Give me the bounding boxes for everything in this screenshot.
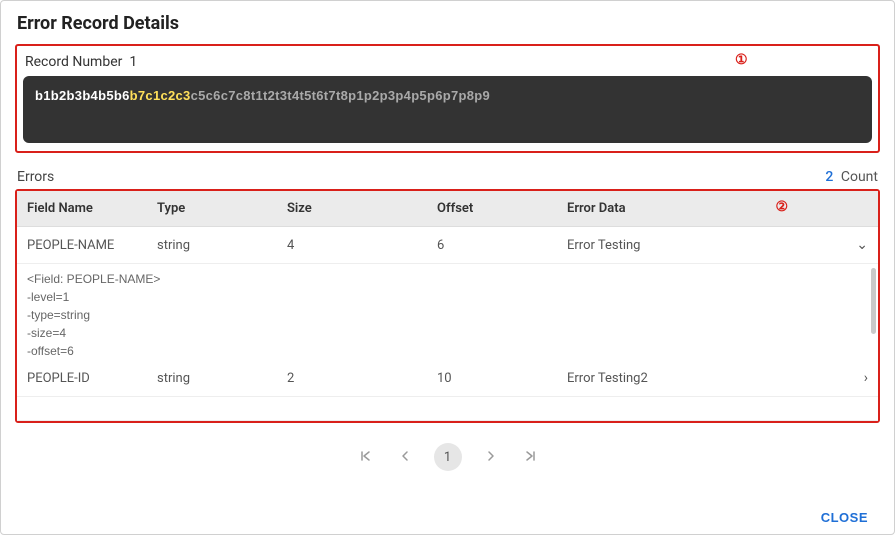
errors-header: Errors 2 Count (17, 169, 878, 185)
hex-highlight: b7c1c2c3 (130, 88, 191, 103)
col-errdata: Error Data (557, 191, 838, 227)
hex-pre: b1b2b3b4b5b6 (35, 88, 130, 103)
col-field: Field Name (17, 191, 147, 227)
col-type: Type (147, 191, 277, 227)
col-size: Size (277, 191, 427, 227)
cell-errdata: Error Testing2 (557, 360, 838, 397)
detail-line: <Field: PEOPLE-NAME> (27, 270, 868, 288)
table-row[interactable]: PEOPLE-NAME string 4 6 Error Testing ⌄ (17, 227, 878, 264)
cell-type: string (147, 360, 277, 397)
table-header-row: Field Name Type Size Offset Error Data (17, 191, 878, 227)
detail-line: -size=4 (27, 324, 868, 342)
error-record-dialog: Error Record Details ① Record Number 1 b… (0, 0, 895, 535)
record-number-label: Record Number (25, 54, 122, 70)
pager-prev-icon (400, 450, 410, 462)
pager-next-icon (486, 450, 496, 462)
chevron-down-icon[interactable]: ⌄ (838, 227, 878, 264)
cell-size: 4 (277, 227, 427, 264)
errors-count: 2 Count (825, 169, 878, 185)
detail-line: -offset=6 (27, 342, 868, 360)
cell-size: 2 (277, 360, 427, 397)
pager-first-button[interactable] (356, 445, 376, 469)
cell-offset: 10 (427, 360, 557, 397)
pager-last-button[interactable] (520, 445, 540, 469)
page-title: Error Record Details (17, 13, 880, 34)
pager: 1 (15, 433, 880, 477)
errors-count-number: 2 (825, 169, 833, 185)
chevron-right-icon[interactable]: › (838, 360, 878, 397)
cell-field: PEOPLE-NAME (17, 227, 147, 264)
errors-table: Field Name Type Size Offset Error Data P… (17, 191, 878, 421)
col-offset: Offset (427, 191, 557, 227)
errors-count-label: Count (841, 169, 878, 185)
pager-next-button[interactable] (482, 445, 500, 469)
table-row-empty (17, 397, 878, 421)
errors-table-section: ② Field Name Type Size Offset Error Data… (15, 189, 880, 423)
cell-offset: 6 (427, 227, 557, 264)
record-section: ① Record Number 1 b1b2b3b4b5b6b7c1c2c3c5… (15, 44, 880, 153)
cell-field: PEOPLE-ID (17, 360, 147, 397)
detail-line: -level=1 (27, 288, 868, 306)
table-row[interactable]: PEOPLE-ID string 2 10 Error Testing2 › (17, 360, 878, 397)
row-detail: <Field: PEOPLE-NAME> -level=1 -type=stri… (17, 264, 878, 361)
detail-line: -type=string (27, 306, 868, 324)
errors-label: Errors (17, 169, 54, 185)
pager-prev-button[interactable] (396, 445, 414, 469)
pager-first-icon (360, 450, 372, 462)
pager-current-page[interactable]: 1 (434, 443, 462, 471)
dialog-footer: CLOSE (15, 501, 880, 534)
callout-2: ② (775, 199, 788, 215)
hex-post: c5c6c7c8t1t2t3t4t5t6t7t8p1p2p3p4p5p6p7p8… (191, 88, 490, 103)
close-button[interactable]: CLOSE (815, 509, 874, 526)
record-number-value: 1 (129, 54, 137, 70)
scrollbar-thumb[interactable] (871, 268, 876, 334)
cell-errdata: Error Testing (557, 227, 838, 264)
hex-dump: b1b2b3b4b5b6b7c1c2c3c5c6c7c8t1t2t3t4t5t6… (23, 76, 872, 143)
pager-last-icon (524, 450, 536, 462)
callout-1: ① (735, 52, 748, 68)
cell-type: string (147, 227, 277, 264)
